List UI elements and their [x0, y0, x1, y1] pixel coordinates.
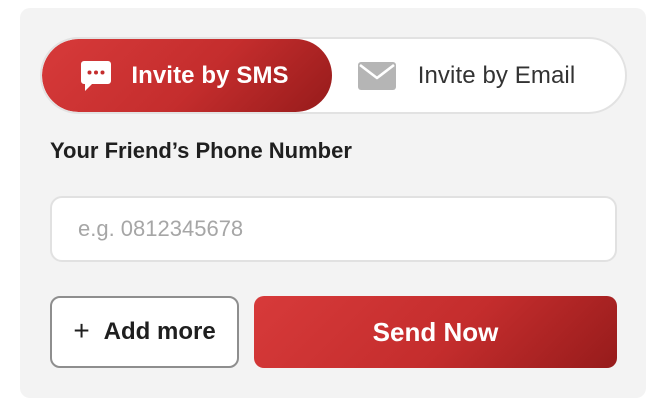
plus-icon: + — [73, 315, 90, 346]
tab-invite-email-label: Invite by Email — [417, 61, 576, 89]
envelope-icon — [357, 61, 396, 90]
phone-number-input[interactable] — [50, 196, 617, 262]
tab-invite-email[interactable]: Invite by Email — [332, 39, 625, 112]
add-more-button[interactable]: + Add more — [50, 296, 239, 368]
add-more-label: Add more — [103, 318, 216, 345]
invite-method-tabs: Invite by SMS Invite by Email — [40, 37, 627, 114]
tab-invite-sms-label: Invite by SMS — [131, 61, 289, 89]
tab-invite-sms[interactable]: Invite by SMS — [42, 39, 332, 112]
invite-card: Invite by SMS Invite by Email Your Frien… — [20, 8, 646, 398]
send-now-button[interactable]: Send Now — [254, 296, 617, 368]
phone-number-label: Your Friend’s Phone Number — [50, 138, 352, 163]
sms-chat-icon — [79, 59, 113, 93]
